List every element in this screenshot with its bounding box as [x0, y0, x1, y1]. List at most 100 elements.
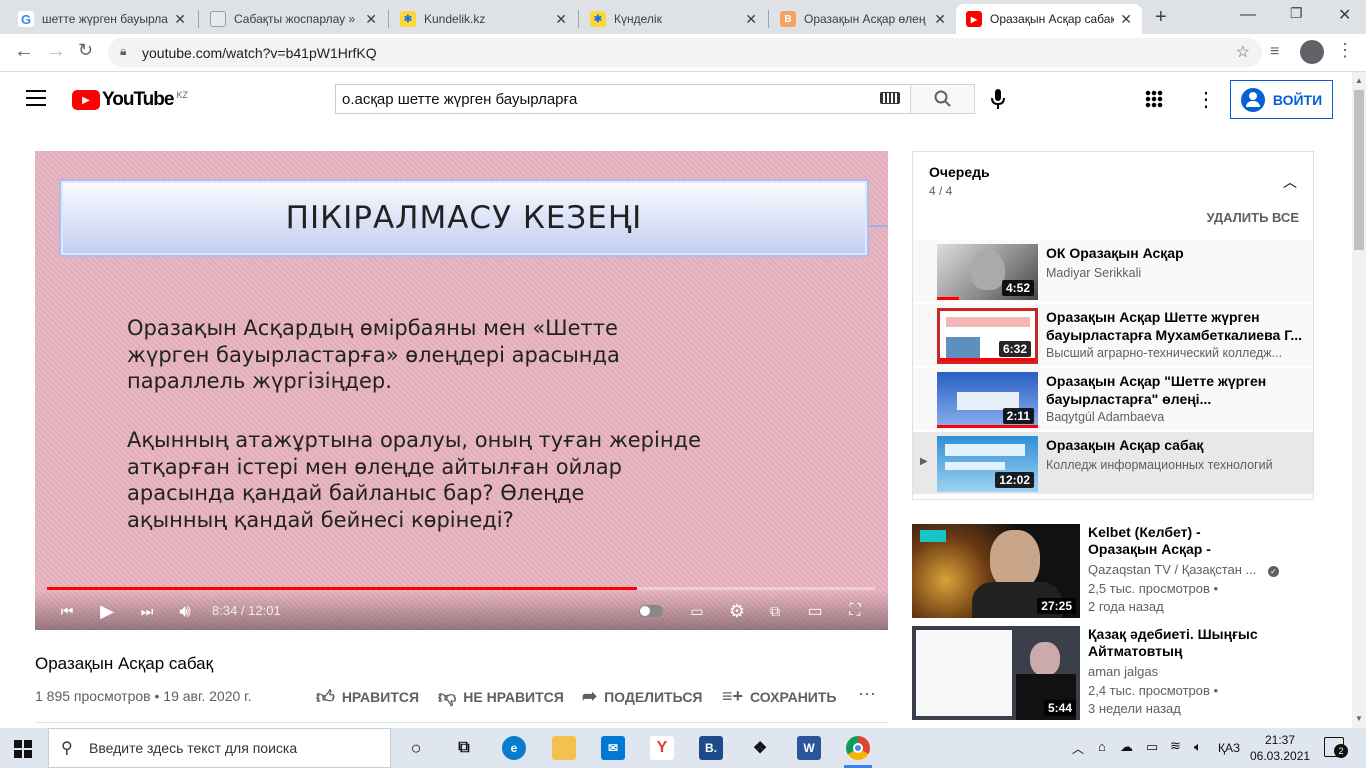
- player-controls: ⏮ ▶ ⏭ 🔊︎ 8:34 / 12:01 ▭ ⚙ ⧉ ▭ ⛶: [35, 591, 888, 630]
- video-thumbnail: 12:02: [937, 436, 1038, 492]
- queue-item[interactable]: 6:32 Оразақын Асқар Шетте жүрген бауырла…: [913, 304, 1313, 366]
- tab-google-search[interactable]: G шетте жүрген бауырла ✕: [8, 4, 196, 34]
- like-button[interactable]: 👍︎ НРАВИТСЯ: [316, 686, 419, 708]
- yandex-icon[interactable]: Y: [650, 736, 674, 760]
- signin-button[interactable]: ВОЙТИ: [1230, 80, 1333, 119]
- volume-icon[interactable]: 🔊︎: [173, 599, 197, 623]
- network-icon[interactable]: ⌂: [1098, 739, 1106, 754]
- previous-icon[interactable]: ⏮: [55, 599, 79, 623]
- apps-grid-icon[interactable]: [1145, 90, 1163, 108]
- queue-item[interactable]: 2:11 Оразақын Асқар "Шетте жүрген бауырл…: [913, 368, 1313, 430]
- bookmark-star-icon[interactable]: ☆: [1236, 42, 1250, 62]
- recommended-video[interactable]: 27:25 Kelbet (Келбет) - Оразақын Асқар -…: [912, 524, 1352, 620]
- close-tab-icon[interactable]: ✕: [934, 11, 946, 28]
- task-view-icon[interactable]: ⧉: [452, 736, 476, 760]
- volume-icon[interactable]: 🔈︎: [1194, 739, 1202, 755]
- back-icon[interactable]: ←: [14, 40, 34, 63]
- recommended-video-age: 2 года назад: [1088, 599, 1164, 614]
- dropbox-icon[interactable]: ❖: [748, 736, 772, 760]
- tab-youtube-active[interactable]: ▶ Оразақын Асқар сабақ ✕: [956, 4, 1142, 34]
- close-window-icon[interactable]: ✕: [1338, 5, 1351, 25]
- kundelik-icon: ✱: [400, 11, 416, 27]
- more-actions-icon[interactable]: ⋯: [858, 684, 876, 705]
- share-button[interactable]: ➦ ПОДЕЛИТЬСЯ: [582, 686, 703, 707]
- account-icon: [1240, 87, 1265, 112]
- queue-item-now-playing[interactable]: ▶ 12:02 Оразақын Асқар сабақ Колледж инф…: [913, 432, 1313, 494]
- thumbs-down-icon: 👎︎: [438, 687, 457, 707]
- mail-icon[interactable]: ✉: [601, 736, 625, 760]
- word-icon[interactable]: W: [797, 736, 821, 760]
- search-button[interactable]: [910, 84, 975, 114]
- media-queue-icon[interactable]: ≡: [1270, 43, 1279, 61]
- address-bar[interactable]: 🔒︎ youtube.com/watch?v=b41pW1HrfKQ ☆: [108, 38, 1262, 67]
- tab-kundelik[interactable]: ✱ Күнделік ✕: [580, 4, 767, 34]
- slide-paragraph-1: Оразақын Асқардың өмірбаяны мен «Шетте ж…: [127, 316, 620, 393]
- clear-queue-button[interactable]: УДАЛИТЬ ВСЕ: [1206, 210, 1299, 225]
- recommended-video-channel: aman jalgas: [1088, 664, 1159, 679]
- show-hidden-icons-chevron-icon[interactable]: ︿: [1072, 740, 1084, 757]
- tab-lesson-plan[interactable]: Сабақты жоспарлау » ✕: [200, 4, 387, 34]
- battery-icon[interactable]: ▭: [1146, 739, 1158, 755]
- forward-icon[interactable]: →: [46, 40, 66, 63]
- close-tab-icon[interactable]: ✕: [745, 11, 757, 28]
- cortana-icon[interactable]: ○: [404, 736, 428, 760]
- theater-mode-icon[interactable]: ▭: [803, 599, 827, 623]
- queue-title: Очередь: [929, 164, 990, 180]
- tab-kundelik-kz[interactable]: ✱ Kundelik.kz ✕: [390, 4, 577, 34]
- youtube-logo[interactable]: ▶ YouTube KZ: [72, 89, 188, 111]
- scrollbar-thumb[interactable]: [1354, 90, 1364, 250]
- progress-bar[interactable]: [47, 587, 875, 590]
- hamburger-menu-icon[interactable]: [26, 90, 46, 106]
- new-tab-icon[interactable]: +: [1155, 6, 1167, 29]
- reload-icon[interactable]: ↻: [78, 40, 93, 61]
- recommended-video-views: 2,4 тыс. просмотров •: [1088, 683, 1219, 698]
- settings-gear-icon[interactable]: ⚙: [725, 599, 749, 623]
- search-input[interactable]: о.асқар шетте жүрген бауырларға: [335, 84, 911, 114]
- video-meta: 1 895 просмотров • 19 авг. 2020 г.: [35, 688, 252, 704]
- channel-logo: [920, 530, 946, 542]
- edge-icon[interactable]: e: [502, 736, 526, 760]
- play-icon[interactable]: ▶: [95, 599, 119, 623]
- youtube-masthead: ▶ YouTube KZ о.асқар шетте жүрген бауырл…: [0, 72, 1352, 128]
- page-scrollbar[interactable]: ▲ ▼: [1352, 72, 1366, 728]
- video-player[interactable]: ПІКІРАЛМАСУ КЕЗЕҢІ Оразақын Асқардың өмі…: [35, 151, 888, 630]
- keyboard-icon[interactable]: [880, 92, 900, 104]
- minimize-icon[interactable]: —: [1240, 6, 1256, 24]
- document-icon: [210, 11, 226, 27]
- browser-menu-icon[interactable]: ⋮: [1336, 40, 1354, 61]
- close-tab-icon[interactable]: ✕: [1120, 11, 1132, 28]
- file-explorer-icon[interactable]: [552, 736, 576, 760]
- b-app-icon[interactable]: B.: [699, 736, 723, 760]
- queue-item[interactable]: 4:52 ОК Оразақын Асқар Madiyar Serikkali: [913, 240, 1313, 302]
- miniplayer-icon[interactable]: ⧉: [763, 599, 787, 623]
- video-thumbnail: 4:52: [937, 244, 1038, 300]
- recommended-video[interactable]: 5:44 Қазақ әдебиеті. Шыңғыс Айтматовтың …: [912, 626, 1352, 722]
- scroll-up-icon[interactable]: ▲: [1355, 76, 1363, 85]
- scroll-down-icon[interactable]: ▼: [1355, 714, 1363, 723]
- onedrive-cloud-icon[interactable]: ☁: [1120, 739, 1133, 755]
- chrome-icon[interactable]: [846, 736, 870, 760]
- taskbar-search-input[interactable]: ⚲ Введите здесь текст для поиска: [48, 728, 391, 768]
- tab-orazakyn-poem[interactable]: B Оразақын Асқар өлең ✕: [770, 4, 956, 34]
- taskbar-clock[interactable]: 21:37 06.03.2021: [1250, 732, 1310, 764]
- video-thumbnail: 5:44: [912, 626, 1080, 720]
- microphone-icon[interactable]: [990, 88, 1006, 115]
- settings-menu-icon[interactable]: ⋮: [1196, 87, 1216, 112]
- wifi-icon[interactable]: ≋: [1170, 738, 1181, 754]
- close-tab-icon[interactable]: ✕: [174, 11, 186, 28]
- autoplay-toggle[interactable]: [639, 605, 663, 617]
- save-button[interactable]: ≡+ СОХРАНИТЬ: [722, 686, 836, 707]
- collapse-chevron-icon[interactable]: ︿: [1283, 172, 1297, 192]
- close-tab-icon[interactable]: ✕: [365, 11, 377, 28]
- time-display: 8:34 / 12:01: [212, 603, 281, 618]
- dislike-button[interactable]: 👎︎ НЕ НРАВИТСЯ: [438, 686, 564, 708]
- windows-start-icon[interactable]: [14, 740, 32, 758]
- input-language[interactable]: ҚАЗ: [1218, 741, 1240, 755]
- subtitles-icon[interactable]: ▭: [685, 599, 709, 623]
- restore-icon[interactable]: ❐: [1290, 5, 1303, 22]
- queue-position: 4 / 4: [929, 184, 953, 198]
- close-tab-icon[interactable]: ✕: [555, 11, 567, 28]
- fullscreen-icon[interactable]: ⛶: [843, 599, 867, 623]
- profile-avatar-icon[interactable]: [1300, 40, 1324, 64]
- next-icon[interactable]: ⏭: [135, 599, 159, 623]
